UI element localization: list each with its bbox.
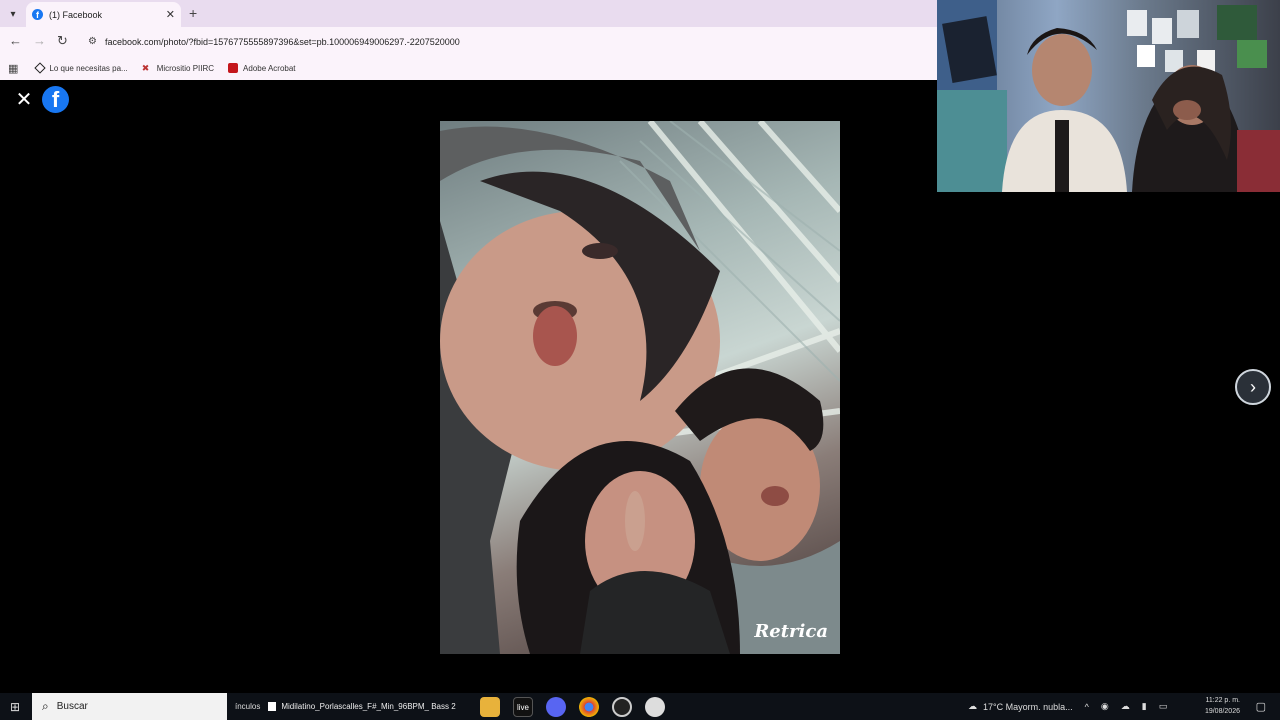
onedrive-icon[interactable]: ☁ [1121, 701, 1130, 712]
url-text: facebook.com/photo/?fbid=157677555589739… [104, 36, 460, 47]
network-icon[interactable]: ◉ [1101, 701, 1109, 712]
obs-icon[interactable] [645, 697, 665, 717]
show-hidden-icons[interactable]: ^ [1085, 702, 1089, 712]
chrome-icon[interactable] [579, 697, 599, 717]
search-placeholder: Buscar [56, 701, 88, 712]
close-viewer-icon[interactable]: ✕ [13, 88, 35, 111]
open-file-label: Midilatino_Porlascalles_F#_Min_96BPM_ Ba… [281, 702, 456, 711]
diamond-icon [34, 62, 47, 74]
discord-icon[interactable] [546, 697, 566, 717]
photo[interactable]: Retrica [440, 121, 840, 654]
micrositio-icon: ✖ [141, 63, 150, 73]
chevron-right-icon: › [1250, 376, 1256, 397]
live-icon[interactable]: live [513, 697, 533, 717]
tab-bar: ▾ f (1) Facebook ✕ + [0, 0, 937, 27]
back-arrow-icon[interactable]: ← [9, 33, 22, 48]
webcam-illustration [937, 0, 1280, 192]
tab-list-chevron-icon[interactable]: ▾ [4, 5, 22, 23]
bookmark-label: Adobe Acrobat [243, 63, 296, 73]
site-info-icon[interactable]: ⚙ [88, 36, 97, 47]
taskbar-open-file[interactable]: Midilatino_Porlascalles_F#_Min_96BPM_ Ba… [268, 702, 456, 711]
bookmark-label: Micrositio PIIRC [156, 63, 215, 73]
file-explorer-icon[interactable] [480, 697, 500, 717]
clock[interactable]: 11:22 p. m. 19/08/2026 [1205, 695, 1240, 717]
weather-icon[interactable]: ☁ [968, 701, 977, 712]
windows-start-icon[interactable]: ⊞ [0, 693, 30, 720]
tab-facebook[interactable]: f (1) Facebook ✕ [26, 2, 181, 27]
bookmark-item[interactable]: Adobe Acrobat [228, 63, 296, 73]
bookmark-label: Lo que necesitas pa... [49, 63, 128, 73]
taskbar: ⊞ ⌕ Buscar ínculos Midilatino_Porlascall… [0, 693, 1280, 720]
clock-date: 19/08/2026 [1204, 708, 1240, 715]
apps-grid-icon[interactable]: ▦ [8, 62, 18, 75]
adobe-acrobat-icon [228, 63, 239, 73]
webcam-overlay [937, 0, 1280, 192]
reload-icon[interactable]: ↻ [57, 33, 68, 49]
address-bar[interactable]: ⚙ facebook.com/photo/?fbid=1576775555897… [82, 30, 932, 53]
search-icon: ⌕ [42, 699, 49, 713]
new-tab-plus-icon[interactable]: + [189, 5, 197, 21]
next-photo-button[interactable]: › [1235, 369, 1271, 405]
weather-text[interactable]: 17°C Mayorm. nubla... [983, 702, 1073, 712]
facebook-logo-icon[interactable]: f [42, 86, 69, 113]
document-icon [268, 702, 277, 711]
tab-close-icon[interactable]: ✕ [166, 8, 175, 21]
microphone-icon[interactable]: ▮ [1142, 701, 1147, 712]
notification-icon[interactable]: ▢ [1256, 700, 1266, 713]
recorder-icon[interactable] [612, 697, 632, 717]
taskbar-search[interactable]: ⌕ Buscar [32, 693, 227, 720]
tab-title: (1) Facebook [49, 9, 103, 20]
navigation-bar: ← → ↻ ⚙ facebook.com/photo/?fbid=1576775… [0, 27, 937, 56]
forward-arrow-icon[interactable]: → [33, 33, 46, 48]
clock-time: 11:22 p. m. [1205, 697, 1240, 704]
bookmark-item[interactable]: Lo que necesitas pa... [34, 62, 128, 74]
keyboard-icon[interactable]: ▭ [1159, 701, 1168, 712]
photo-illustration [440, 121, 840, 654]
partial-label: ínculos [235, 702, 261, 711]
retrica-watermark: Retrica [754, 621, 828, 642]
bookmarks-bar: ▦ Lo que necesitas pa... ✖ Micrositio PI… [0, 56, 937, 80]
bookmark-item[interactable]: ✖ Micrositio PIIRC [142, 63, 214, 73]
pinned-apps: live [480, 697, 678, 717]
browser-window: ▾ f (1) Facebook ✕ + ← → ↻ ⚙ facebook.co… [0, 0, 937, 80]
facebook-favicon-icon: f [32, 9, 43, 20]
